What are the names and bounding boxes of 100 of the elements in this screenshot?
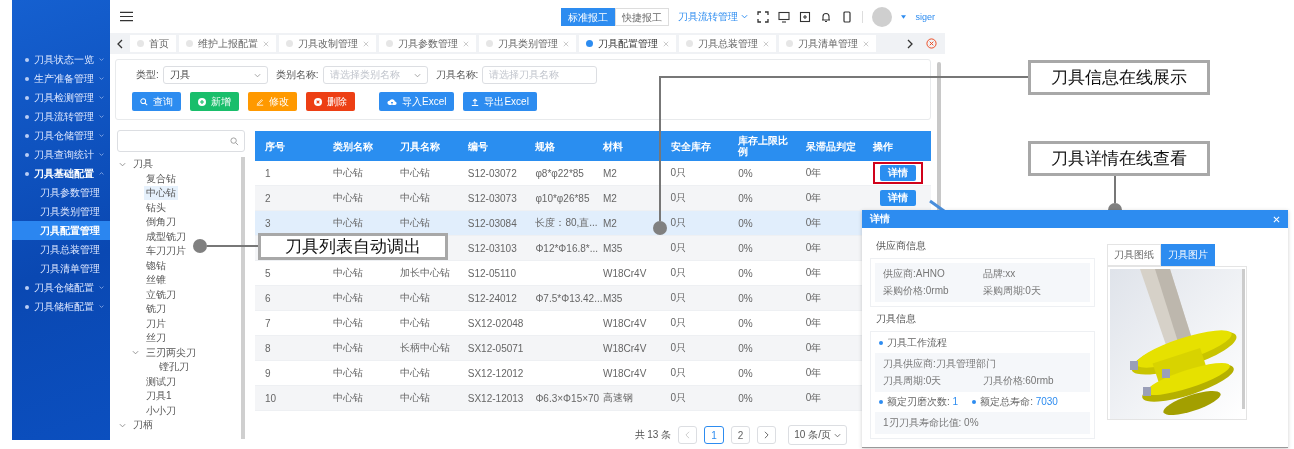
search-icon bbox=[140, 97, 148, 106]
sidebar-item[interactable]: 刀具检测管理 bbox=[12, 88, 110, 107]
table-cell: 0% bbox=[738, 367, 753, 379]
table-cell: SX12-12013 bbox=[467, 392, 524, 404]
tree-item[interactable]: 刀片 bbox=[144, 316, 168, 331]
chevron-icon bbox=[99, 152, 104, 157]
tree-item[interactable]: 小小刀 bbox=[144, 403, 178, 418]
details-button[interactable]: 详情 bbox=[880, 165, 917, 181]
sidebar-item[interactable]: 刀具仓储管理 bbox=[12, 126, 110, 145]
close-icon[interactable] bbox=[363, 40, 369, 47]
field-label: 类型: bbox=[136, 68, 159, 82]
search-field[interactable] bbox=[117, 130, 245, 152]
table-cell: 中心钻 bbox=[332, 367, 363, 378]
tree-item[interactable]: 立铣刀 bbox=[144, 287, 178, 302]
report-mode-tab[interactable]: 标准报工 bbox=[561, 7, 616, 26]
caret-icon[interactable] bbox=[119, 422, 126, 428]
page-tab[interactable]: 刀具参数管理 bbox=[379, 35, 476, 52]
sidebar-item[interactable]: 刀具配置管理 bbox=[12, 221, 110, 240]
tree-item[interactable]: 复合钻 bbox=[144, 171, 178, 186]
prev-page-button[interactable] bbox=[678, 426, 698, 444]
filter-field[interactable]: 刀具 bbox=[162, 66, 268, 84]
tree-item[interactable]: 锪钻 bbox=[144, 258, 168, 273]
sidebar-item[interactable]: 生产准备管理 bbox=[12, 69, 110, 88]
action-button[interactable]: 删除 bbox=[306, 92, 355, 111]
close-icon[interactable] bbox=[563, 40, 569, 47]
sidebar-item[interactable]: 刀具总装管理 bbox=[12, 240, 110, 259]
sidebar-item[interactable]: 刀具参数管理 bbox=[12, 183, 110, 202]
sidebar-item[interactable]: 刀具查询统计 bbox=[12, 145, 110, 164]
scroll-left-icon[interactable] bbox=[117, 38, 123, 49]
info-field: 采购价格:0rmb bbox=[883, 284, 983, 298]
report-mode-tab[interactable]: 快捷报工 bbox=[615, 7, 670, 26]
tree-item[interactable]: 车刀刀片 bbox=[144, 244, 188, 259]
fullscreen-icon[interactable] bbox=[757, 10, 770, 23]
page-tab[interactable]: 首页 bbox=[130, 35, 176, 52]
action-button[interactable]: 导入Excel bbox=[379, 92, 455, 111]
page-size-select[interactable]: 10 条/页 bbox=[788, 425, 847, 445]
tree-item[interactable]: 三刃两尖刀 bbox=[144, 345, 198, 360]
sidebar-item[interactable]: 刀具清单管理 bbox=[12, 259, 110, 278]
page-tab[interactable]: 刀具改制管理 bbox=[279, 35, 376, 52]
action-button[interactable]: 导出Excel bbox=[463, 92, 537, 111]
page-tab[interactable]: 刀具清单管理 bbox=[779, 35, 876, 52]
image-tab[interactable]: 刀具图纸 bbox=[1107, 244, 1161, 266]
table-cell: 中心钻 bbox=[400, 217, 431, 228]
sidebar-item[interactable]: 刀具状态一览 bbox=[12, 50, 110, 69]
table-cell: 5 bbox=[265, 267, 271, 279]
sidebar-item[interactable]: 刀具基础配置 bbox=[12, 164, 110, 183]
close-icon[interactable] bbox=[463, 40, 469, 47]
tree-item[interactable]: 丝锥 bbox=[144, 273, 168, 288]
page-tab[interactable]: 维护上报配置 bbox=[179, 35, 276, 52]
tree-item[interactable]: 刀柄 bbox=[131, 418, 155, 433]
image-tab[interactable]: 刀具图片 bbox=[1161, 244, 1215, 266]
avatar[interactable] bbox=[872, 6, 893, 27]
module-dropdown[interactable]: 刀具流转管理 bbox=[678, 9, 749, 24]
user-menu[interactable]: siger bbox=[915, 11, 935, 22]
page-button[interactable]: 2 bbox=[730, 426, 751, 444]
next-page-button[interactable] bbox=[757, 426, 777, 444]
sidebar-item[interactable]: 刀具流转管理 bbox=[12, 107, 110, 126]
tree-item[interactable]: 倒角刀 bbox=[144, 215, 178, 230]
close-icon[interactable] bbox=[863, 40, 869, 47]
close-all-icon[interactable] bbox=[926, 38, 937, 49]
scroll-right-icon[interactable] bbox=[907, 38, 913, 49]
details-button[interactable]: 详情 bbox=[880, 190, 917, 206]
bell-icon[interactable] bbox=[820, 10, 833, 23]
sidebar-item[interactable]: 刀具储柜配置 bbox=[12, 297, 110, 316]
chevron-icon bbox=[253, 72, 261, 78]
tree-item[interactable]: 成型铣刀 bbox=[144, 229, 188, 244]
chevron-icon bbox=[413, 72, 421, 78]
plus-square-icon[interactable] bbox=[799, 10, 812, 23]
tree-item[interactable]: 中心钻 bbox=[144, 186, 178, 201]
table-cell: 加长中心钻 bbox=[400, 267, 451, 278]
phone-icon[interactable] bbox=[841, 10, 854, 23]
tree-item[interactable]: 丝刀 bbox=[144, 331, 168, 346]
close-icon[interactable] bbox=[663, 40, 669, 47]
tree-item[interactable]: 镗孔刀 bbox=[157, 360, 191, 375]
page-tab[interactable]: 刀具总装管理 bbox=[679, 35, 776, 52]
sidebar-item[interactable]: 刀具仓储配置 bbox=[12, 278, 110, 297]
status-dot bbox=[686, 40, 693, 47]
caret-icon[interactable] bbox=[132, 350, 139, 356]
sidebar-item[interactable]: 刀具类别管理 bbox=[12, 202, 110, 221]
caret-icon[interactable] bbox=[901, 14, 907, 19]
scrollbar[interactable] bbox=[241, 157, 245, 439]
table-cell: 6 bbox=[265, 292, 271, 304]
close-icon[interactable] bbox=[763, 40, 769, 47]
tree-item[interactable]: 测试刀 bbox=[144, 374, 178, 389]
column-header: 规格 bbox=[525, 131, 593, 161]
action-button[interactable]: 查询 bbox=[132, 92, 181, 111]
menu-icon[interactable] bbox=[120, 11, 133, 22]
close-icon[interactable] bbox=[263, 40, 269, 47]
page-tab[interactable]: 刀具类别管理 bbox=[479, 35, 576, 52]
table-cell: 0年 bbox=[805, 242, 822, 253]
table-cell: 7 bbox=[265, 317, 271, 329]
table-cell: Φ7.5*Φ13.42... bbox=[535, 292, 603, 304]
tree-item[interactable]: 刀具 bbox=[131, 157, 155, 172]
page-button[interactable]: 1 bbox=[704, 426, 724, 444]
monitor-icon[interactable] bbox=[778, 10, 791, 23]
page-tab[interactable]: 刀具配置管理 bbox=[579, 35, 676, 52]
tree-item[interactable]: 刀具1 bbox=[144, 389, 174, 404]
tree-item[interactable]: 钻头 bbox=[144, 200, 168, 215]
tree-item[interactable]: 铣刀 bbox=[144, 302, 168, 317]
caret-icon[interactable] bbox=[119, 161, 126, 167]
